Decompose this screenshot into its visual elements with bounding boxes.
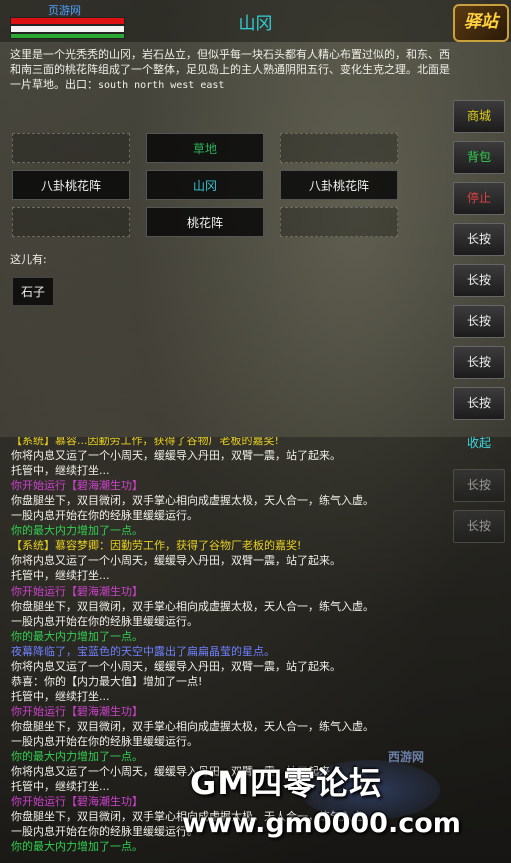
watermark-site-small: 西游网 bbox=[388, 750, 425, 764]
long-press-button-4[interactable]: 长按 bbox=[453, 346, 505, 379]
exits-list: south north west east bbox=[98, 80, 225, 91]
log-line: 托管中，继续打坐... bbox=[11, 569, 110, 583]
exits-label: 出口： bbox=[65, 78, 98, 91]
top-bar: 页游网 山冈 驿站 bbox=[0, 0, 511, 42]
log-line: 你开始运行【碧海潮生功】 bbox=[11, 584, 143, 598]
log-line: 一股内息开始在你的经脉里缓缓运行。 bbox=[11, 509, 198, 523]
map-cell-north[interactable]: 草地 bbox=[146, 133, 264, 163]
map-cell-east[interactable]: 八卦桃花阵 bbox=[280, 170, 398, 200]
shop-button[interactable]: 商城 bbox=[453, 100, 505, 133]
watermark-url: www.gm0000.com bbox=[182, 808, 461, 839]
log-line: 你的最大内力增加了一点。 bbox=[11, 750, 143, 764]
log-line: 【系统】慕容...因勤劳工作，获得了谷物厂老板的嘉奖! bbox=[11, 437, 279, 447]
log-line: 托管中，继续打坐... bbox=[11, 464, 110, 478]
log-line: 你将内息又运了一个小周天，缓缓导入丹田，双臂一震，站了起来。 bbox=[11, 554, 341, 568]
room-title: 山冈 bbox=[238, 14, 273, 34]
long-press-button-3[interactable]: 长按 bbox=[453, 305, 505, 338]
log-line: 你盘腿坐下，双目微闭，双手掌心相向成虚握太极，天人合一，练气入虚。 bbox=[11, 494, 374, 508]
log-line: 托管中，继续打坐... bbox=[11, 780, 110, 794]
map-cell-west[interactable]: 八卦桃花阵 bbox=[12, 170, 130, 200]
long-press-button-6[interactable]: 长按 bbox=[453, 469, 505, 502]
log-line: 你的最大内力增加了一点。 bbox=[11, 524, 143, 538]
log-line: 你将内息又运了一个小周天，缓缓导入丹田，双臂一震，站了起来。 bbox=[11, 659, 341, 673]
map-cell-southeast bbox=[280, 207, 398, 237]
long-press-button-5[interactable]: 长按 bbox=[453, 387, 505, 420]
log-line: 你将内息又运了一个小周天，缓缓导入丹田，双臂一震，站了起来。 bbox=[11, 449, 341, 463]
log-line: 你开始运行【碧海潮生功】 bbox=[11, 795, 143, 809]
watermark-main: GM四零论坛 bbox=[190, 764, 383, 802]
log-line: 你开始运行【碧海潮生功】 bbox=[11, 704, 143, 718]
log-line: 你开始运行【碧海潮生功】 bbox=[11, 479, 143, 493]
app-logo[interactable]: 驿站 bbox=[453, 4, 509, 42]
log-line: 托管中，继续打坐... bbox=[11, 689, 110, 703]
log-line: 你盘腿坐下，双目微闭，双手掌心相向成虚握太极，天人合一，练气入虚。 bbox=[11, 719, 374, 733]
log-line: 你的最大内力增加了一点。 bbox=[11, 629, 143, 643]
map-cell-southwest bbox=[12, 207, 130, 237]
collapse-button[interactable]: 收起 bbox=[453, 428, 505, 461]
map-cell-northeast bbox=[280, 133, 398, 163]
log-line: 【系统】慕容梦卿：因勤劳工作，获得了谷物厂老板的嘉奖! bbox=[11, 539, 302, 553]
log-line: 你的最大内力增加了一点。 bbox=[11, 840, 143, 854]
long-press-button-2[interactable]: 长按 bbox=[453, 264, 505, 297]
log-line: 夜幕降临了，宝蓝色的天空中露出了扁扁晶莹的星点。 bbox=[11, 644, 275, 658]
here-label: 这儿有: bbox=[10, 253, 47, 266]
map-cell-south[interactable]: 桃花阵 bbox=[146, 207, 264, 237]
room-description: 这里是一个光秃秃的山冈，岩石丛立，但似乎每一块石头都有人精心布置过似的，和东、西… bbox=[10, 47, 450, 93]
log-line: 一股内息开始在你的经脉里缓缓运行。 bbox=[11, 825, 198, 839]
stop-button[interactable]: 停止 bbox=[453, 182, 505, 215]
map-cell-northwest bbox=[12, 133, 130, 163]
log-line: 一股内息开始在你的经脉里缓缓运行。 bbox=[11, 735, 198, 748]
log-line: 恭喜：你的【内力最大值】增加了一点! bbox=[11, 674, 203, 688]
map-cell-current[interactable]: 山冈 bbox=[146, 170, 264, 200]
long-press-button-7[interactable]: 长按 bbox=[453, 510, 505, 543]
log-line: 一股内息开始在你的经脉里缓缓运行。 bbox=[11, 614, 198, 628]
item-button-stone[interactable]: 石子 bbox=[12, 277, 54, 306]
long-press-button-1[interactable]: 长按 bbox=[453, 223, 505, 256]
log-line: 你盘腿坐下，双目微闭，双手掌心相向成虚握太极，天人合一，练气入虚。 bbox=[11, 599, 374, 613]
bag-button[interactable]: 背包 bbox=[453, 141, 505, 174]
